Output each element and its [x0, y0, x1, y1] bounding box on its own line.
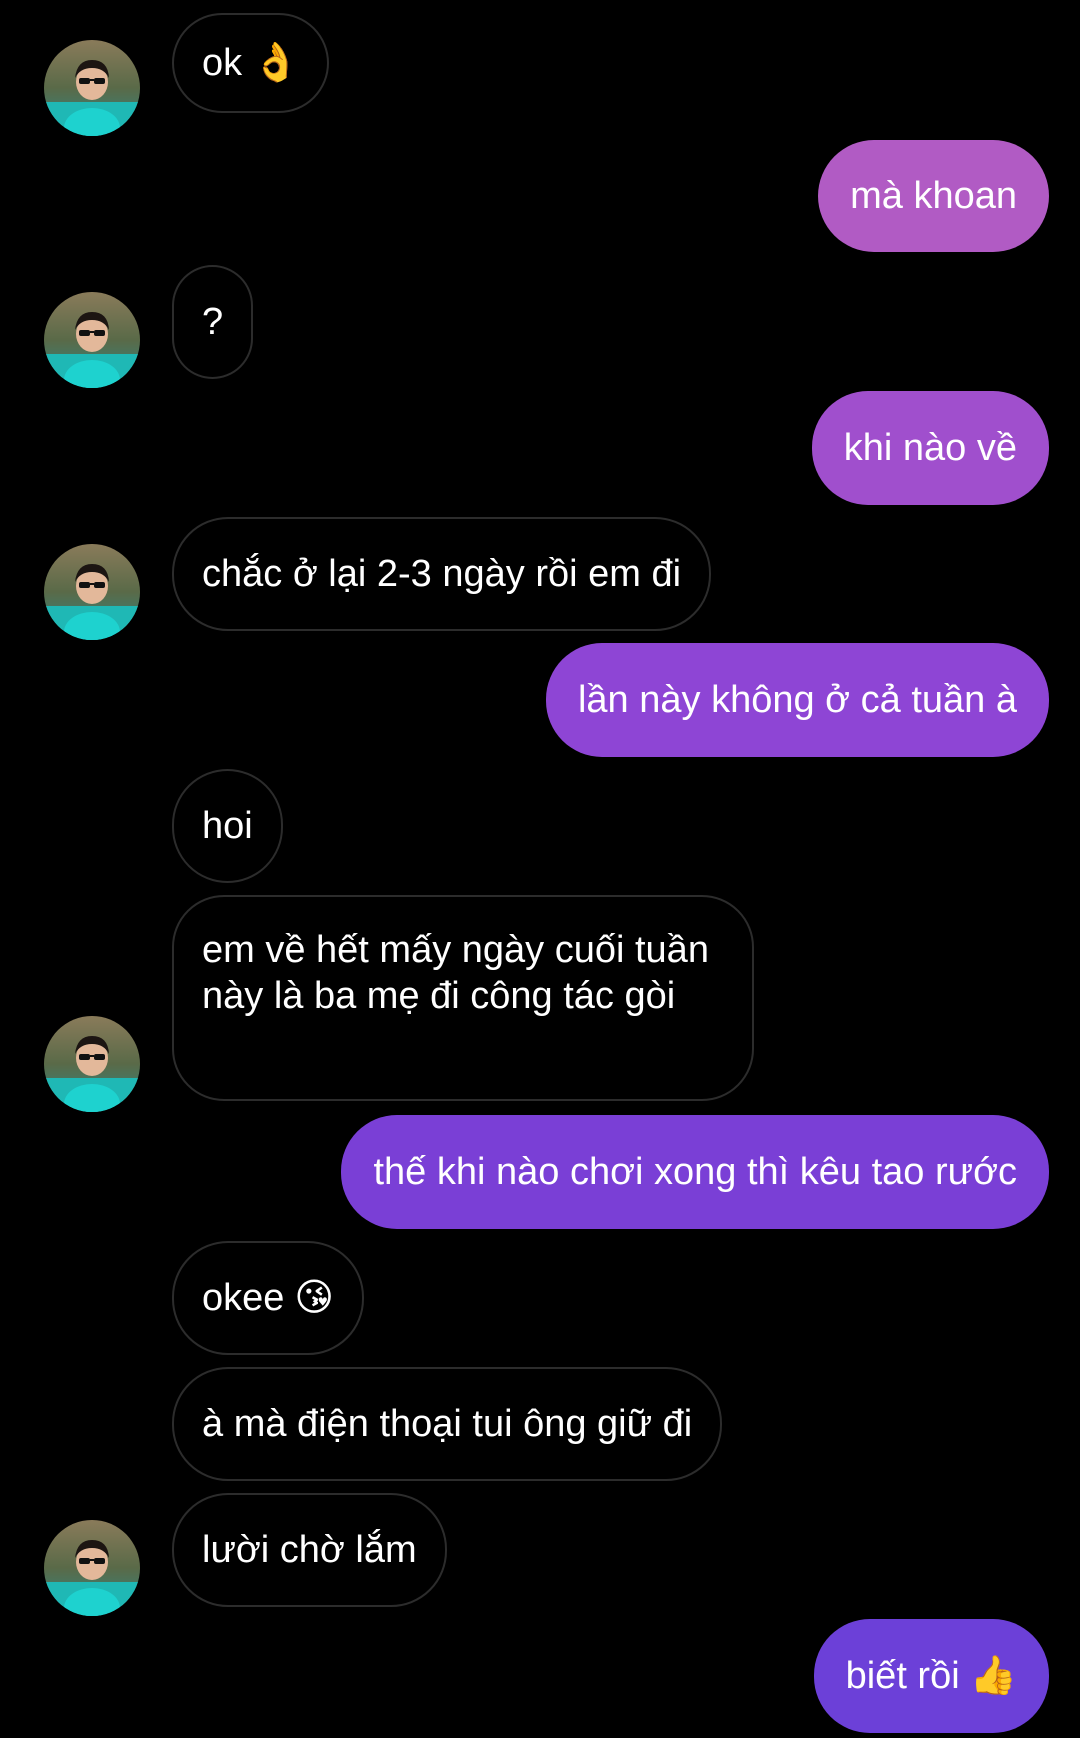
message-text: à mà điện thoại tui ông giữ đi — [202, 1403, 693, 1445]
message-text: chắc ở lại 2-3 ngày rồi em đi — [202, 553, 682, 595]
avatar[interactable] — [44, 40, 140, 136]
kiss-face-emoji-icon: 😘 — [294, 1277, 335, 1319]
message-text: lần này không ở cả tuần à — [577, 679, 1017, 721]
message-text: thế khi nào chơi xong thì kêu tao rước — [373, 1151, 1017, 1193]
message-bubble-outgoing[interactable]: mà khoan — [818, 140, 1049, 252]
ok-hand-emoji-icon: 👌 — [252, 42, 300, 84]
message-bubble-incoming[interactable]: ok 👌 — [172, 13, 330, 113]
chat-thread: ok 👌 mà khoan ? khi nào về chắc ở lại 2-… — [0, 0, 1080, 1738]
message-bubble-outgoing[interactable]: biết rồi 👍 — [813, 1619, 1049, 1733]
message-bubble-incoming[interactable]: chắc ở lại 2-3 ngày rồi em đi — [172, 517, 712, 631]
avatar[interactable] — [44, 544, 140, 640]
avatar[interactable] — [44, 292, 140, 388]
message-text: ? — [202, 301, 224, 343]
message-text: khi nào về — [843, 427, 1017, 469]
message-text: ok — [202, 42, 243, 84]
message-text: lười chờ lắm — [202, 1529, 417, 1571]
message-text: biết rồi — [845, 1655, 960, 1697]
message-bubble-incoming[interactable]: ? — [172, 265, 254, 379]
message-bubble-outgoing[interactable]: thế khi nào chơi xong thì kêu tao rước — [341, 1115, 1049, 1229]
thumbs-up-emoji-icon: 👍 — [969, 1655, 1017, 1697]
message-text: em về hết mấy ngày cuối tuần này là ba m… — [202, 929, 709, 1017]
message-bubble-incoming[interactable]: em về hết mấy ngày cuối tuần này là ba m… — [172, 895, 754, 1101]
message-text: mà khoan — [850, 175, 1017, 217]
message-bubble-incoming[interactable]: okee 😘 — [172, 1241, 365, 1355]
message-bubble-outgoing[interactable]: khi nào về — [811, 391, 1049, 505]
message-bubble-incoming[interactable]: à mà điện thoại tui ông giữ đi — [172, 1367, 723, 1481]
message-bubble-outgoing[interactable]: lần này không ở cả tuần à — [545, 643, 1049, 757]
message-text: hoi — [202, 805, 253, 847]
message-text: okee — [202, 1277, 285, 1319]
avatar[interactable] — [44, 1520, 140, 1616]
avatar[interactable] — [44, 1016, 140, 1112]
message-bubble-incoming[interactable]: lười chờ lắm — [172, 1493, 447, 1607]
message-bubble-incoming[interactable]: hoi — [172, 769, 283, 883]
